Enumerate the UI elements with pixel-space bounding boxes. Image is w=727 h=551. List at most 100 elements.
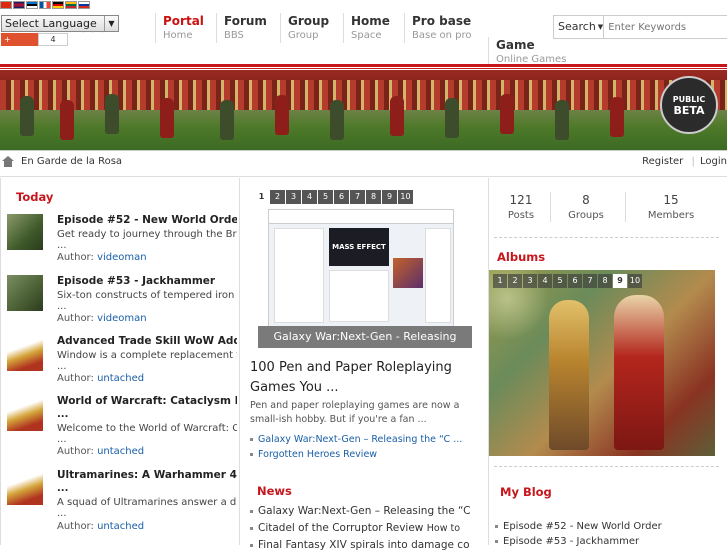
blog-item-text[interactable]: Episode #52 - New World Order: [503, 521, 662, 532]
bullet: [250, 438, 253, 441]
stat-posts[interactable]: 121 Posts: [491, 193, 551, 221]
pager-button[interactable]: 5: [553, 274, 567, 288]
search-input[interactable]: [604, 16, 727, 38]
stat-groups[interactable]: 8 Groups: [556, 193, 616, 221]
slider-image[interactable]: MASS EFFECT: [268, 209, 454, 329]
nav-portal-sub: Home: [163, 30, 193, 41]
home-icon[interactable]: [2, 156, 14, 167]
item-title[interactable]: World of Warcraft: Cataclysm B: [57, 395, 237, 407]
flag-de-icon[interactable]: [52, 1, 64, 9]
flag-ee-icon[interactable]: [26, 1, 38, 9]
public-beta-badge: PUBLIC BETA: [660, 76, 718, 134]
news-item[interactable]: Galaxy War:Next-Gen – Releasing the “C: [250, 505, 470, 517]
nav-forum[interactable]: Forum BBS: [216, 13, 267, 43]
pager-button[interactable]: 1: [254, 190, 269, 204]
blog-item[interactable]: Episode #53 - Jackhammer: [495, 536, 639, 547]
pager-button[interactable]: 1: [493, 274, 507, 288]
item-author-row: Author: untached: [57, 446, 144, 457]
pager-button[interactable]: 9: [613, 274, 627, 288]
feature-title[interactable]: 100 Pen and Paper Roleplaying Games You …: [250, 358, 480, 398]
news-item-extra[interactable]: How to: [427, 523, 460, 534]
flag-ru-icon[interactable]: [78, 1, 90, 9]
news-item[interactable]: Citadel of the Corruptor Review How to: [250, 522, 460, 534]
nav-group[interactable]: Group Group: [280, 13, 329, 43]
pager-button[interactable]: 10: [398, 190, 413, 204]
feature-link[interactable]: Galaxy War:Next-Gen – Releasing the “C .…: [250, 434, 462, 445]
game-banner: [0, 70, 727, 150]
pager-button[interactable]: 10: [628, 274, 642, 288]
author-link[interactable]: untached: [97, 446, 144, 457]
item-thumbnail[interactable]: [7, 214, 43, 250]
share-widget[interactable]: + Share 4: [1, 33, 68, 57]
flag-cn-icon[interactable]: [0, 1, 12, 9]
flag-uk-icon[interactable]: [13, 1, 25, 9]
blog-item[interactable]: Episode #52 - New World Order: [495, 521, 662, 532]
chevron-down-icon: ▼: [597, 23, 604, 31]
breadcrumb-site[interactable]: En Garde de la Rosa: [21, 156, 122, 167]
item-thumbnail[interactable]: [7, 335, 43, 371]
pager-button[interactable]: 3: [286, 190, 301, 204]
blog-item-text[interactable]: Episode #53 - Jackhammer: [503, 536, 639, 547]
pager-button[interactable]: 2: [270, 190, 285, 204]
item-title[interactable]: Episode #52 - New World Order: [57, 214, 237, 226]
author-link[interactable]: untached: [97, 521, 144, 532]
pager-button[interactable]: 4: [302, 190, 317, 204]
chevron-down-icon: ▼: [104, 16, 118, 31]
nav-portal[interactable]: Portal Home: [155, 13, 204, 43]
author-label: Author:: [57, 521, 94, 532]
album-pager: 1 2 3 4 5 6 7 8 9 10: [493, 274, 642, 288]
author-link[interactable]: videoman: [97, 313, 147, 324]
header-accent-line: [0, 68, 727, 69]
author-label: Author:: [57, 446, 94, 457]
item-title[interactable]: Ultramarines: A Warhammer 40,0: [57, 469, 237, 481]
today-title: Today: [16, 190, 54, 204]
beta-badge-top: PUBLIC: [672, 95, 706, 104]
divider: [494, 237, 719, 238]
nav-game[interactable]: Game Online Games: [488, 37, 566, 67]
pager-button[interactable]: 6: [568, 274, 582, 288]
author-link[interactable]: untached: [97, 373, 144, 384]
banner-player: [390, 96, 404, 136]
pager-button[interactable]: 3: [523, 274, 537, 288]
news-item-text[interactable]: Final Fantasy XIV spirals into damage co: [258, 539, 470, 551]
language-select[interactable]: Select Language ▼: [1, 15, 119, 32]
search-type-button[interactable]: Search ▼: [554, 16, 605, 38]
stat-members[interactable]: 15 Members: [641, 193, 701, 221]
pager-button[interactable]: 4: [538, 274, 552, 288]
nav-pro-base[interactable]: Pro base Base on pro: [404, 13, 472, 43]
pager-button[interactable]: 8: [598, 274, 612, 288]
pager-button[interactable]: 6: [334, 190, 349, 204]
news-item-text[interactable]: Citadel of the Corruptor Review: [258, 522, 423, 534]
feature-link[interactable]: Forgotten Heroes Review: [250, 449, 377, 460]
album-image[interactable]: [489, 270, 715, 456]
item-thumbnail[interactable]: [7, 395, 43, 431]
search-button-label: Search: [558, 20, 596, 33]
pager-button[interactable]: 2: [508, 274, 522, 288]
feature-link-text[interactable]: Forgotten Heroes Review: [258, 449, 377, 460]
flag-lt-icon[interactable]: [65, 1, 77, 9]
author-link[interactable]: videoman: [97, 252, 147, 263]
pager-button[interactable]: 5: [318, 190, 333, 204]
news-item-text[interactable]: Galaxy War:Next-Gen – Releasing the “C: [258, 505, 470, 517]
item-thumbnail[interactable]: [7, 469, 43, 505]
item-thumbnail[interactable]: [7, 275, 43, 311]
nav-game-title: Game: [496, 38, 535, 52]
flag-fr-icon[interactable]: [39, 1, 51, 9]
item-ellipsis: ...: [57, 434, 67, 445]
login-link[interactable]: Login: [698, 156, 727, 167]
pager-button[interactable]: 8: [366, 190, 381, 204]
item-title[interactable]: Advanced Trade Skill WoW Addon: [57, 335, 237, 347]
slider-caption[interactable]: Galaxy War:Next-Gen - Releasing: [258, 326, 472, 348]
banner-player: [220, 100, 234, 140]
nav-home[interactable]: Home Space: [343, 13, 390, 43]
pager-button[interactable]: 7: [350, 190, 365, 204]
pager-button[interactable]: 7: [583, 274, 597, 288]
share-button[interactable]: + Share: [1, 33, 38, 57]
feature-link-text[interactable]: Galaxy War:Next-Gen – Releasing the “C .…: [258, 434, 462, 445]
register-link[interactable]: Register: [636, 156, 683, 167]
banner-player: [555, 100, 569, 140]
news-item[interactable]: Final Fantasy XIV spirals into damage co: [250, 539, 470, 551]
item-ellipsis: ...: [57, 301, 67, 312]
pager-button[interactable]: 9: [382, 190, 397, 204]
item-title[interactable]: Episode #53 - Jackhammer: [57, 275, 237, 287]
